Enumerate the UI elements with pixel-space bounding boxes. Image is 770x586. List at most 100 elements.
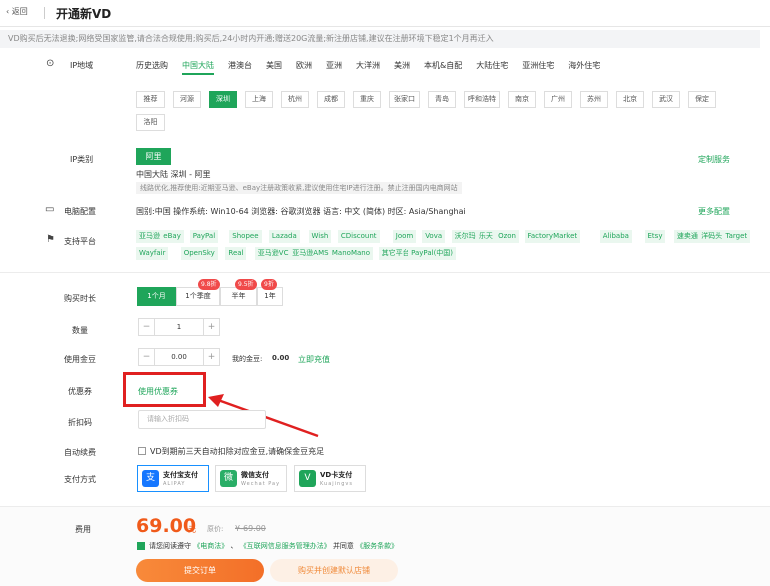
platform-tag: Real (225, 247, 247, 260)
region-tab[interactable]: 大洋洲 (356, 60, 380, 75)
internet-regulation-link[interactable]: 《互联网信息服务管理办法》 (240, 542, 331, 550)
beans-stepper[interactable]: − 0.00 + (138, 348, 220, 366)
autorenew-label: 自动续费 (64, 448, 96, 457)
monitor-icon: ▭ (45, 204, 55, 215)
platform-tag: Target (722, 230, 751, 243)
city-option[interactable]: 杭州 (281, 91, 309, 108)
more-config-link[interactable]: 更多配置 (698, 206, 730, 217)
city-option[interactable]: 北京 (616, 91, 644, 108)
config-text: 国别:中国 操作系统: Win10-64 浏览器: 谷歌浏览器 语言: 中文 (… (136, 207, 466, 216)
ip-type-desc: 中国大陆 深圳 - 阿里 (136, 170, 211, 179)
region-tab[interactable]: 美洲 (394, 60, 410, 75)
ecommerce-law-link[interactable]: 《电商法》 (193, 542, 228, 550)
annotation-arrow (208, 394, 319, 438)
my-beans-value: 0.00 (272, 354, 290, 362)
quantity-stepper[interactable]: − 1 + (138, 318, 220, 336)
city-option[interactable]: 苏州 (580, 91, 608, 108)
header-divider (44, 7, 45, 19)
platform-tag: ManoMano (328, 247, 373, 260)
platform-tag: Ozon (495, 230, 519, 243)
ip-type-ali-button[interactable]: 阿里 (136, 148, 171, 165)
region-tab[interactable]: 海外住宅 (568, 60, 600, 75)
region-tab[interactable]: 中国大陆 (182, 60, 214, 75)
notice-bar: VD购买后无法退换;网络受国家监管,请合法合规使用;购买后,24小时内开通;赠送… (0, 30, 760, 48)
region-tab[interactable]: 亚洲住宅 (522, 60, 554, 75)
platform-tag: OpenSky (180, 247, 218, 260)
city-option[interactable]: 推荐 (136, 91, 165, 108)
agreement-text: 请您阅读遵守 《电商法》 、 《互联网信息服务管理办法》 并同意 《服务条款》 (149, 541, 398, 551)
agreement-and: 并同意 (332, 542, 354, 550)
back-button[interactable]: ‹ 返回 (6, 6, 28, 17)
platform-tag: Etsy (644, 230, 666, 243)
recharge-link[interactable]: 立即充值 (298, 354, 330, 365)
platform-tag: 亚马逊VC (254, 247, 292, 260)
submit-order-button[interactable]: 提交订单 (136, 559, 264, 582)
city-option[interactable]: 呼和浩特 (464, 91, 500, 108)
city-option[interactable]: 南京 (508, 91, 536, 108)
payment-subname: Kuajingvs (320, 481, 353, 487)
coupon-label: 优惠券 (68, 387, 92, 396)
autorenew-checkbox[interactable] (138, 447, 146, 455)
discount-code-input[interactable]: 请输入折扣码 (138, 410, 266, 429)
region-tab[interactable]: 大陆住宅 (476, 60, 508, 75)
highlight-box (123, 372, 206, 407)
quantity-value[interactable]: 1 (154, 319, 204, 335)
section-divider (0, 272, 770, 273)
discount-badge: 9.5折 (235, 279, 257, 290)
region-tab[interactable]: 亚洲 (326, 60, 342, 75)
platform-tag: Alibaba (599, 230, 632, 243)
buy-create-store-button[interactable]: 购买并创建默认店铺 (270, 559, 398, 582)
platform-tag: 洋码头 (698, 230, 726, 243)
price-unit: 元 (188, 525, 196, 534)
payment-logo-icon: 支 (142, 470, 159, 487)
platform-tag: Vova (422, 230, 446, 243)
agreement-checkbox[interactable] (137, 542, 145, 550)
region-tab[interactable]: 港澳台 (228, 60, 252, 75)
minus-button[interactable]: − (139, 319, 154, 335)
region-tab[interactable]: 本机&自配 (424, 60, 462, 75)
ip-region-label: IP地域 (70, 61, 94, 70)
city-option[interactable]: 保定 (688, 91, 716, 108)
region-tab[interactable]: 美国 (266, 60, 282, 75)
discount-badge: 9折 (261, 279, 277, 290)
city-option[interactable]: 青岛 (428, 91, 456, 108)
duration-label: 购买时长 (64, 294, 96, 303)
payment-subname: ALIPAY (163, 481, 186, 487)
platform-tag: Wayfair (136, 247, 169, 260)
terms-link[interactable]: 《服务条款》 (356, 542, 398, 550)
city-option[interactable]: 武汉 (652, 91, 680, 108)
payment-option[interactable]: 微微信支付 Wechat Pay (215, 465, 287, 492)
beans-plus-button[interactable]: + (204, 349, 219, 365)
beans-value[interactable]: 0.00 (154, 349, 204, 365)
payment-subname: Wechat Pay (241, 481, 281, 487)
platform-tag: Shopee (229, 230, 262, 243)
plus-button[interactable]: + (204, 319, 219, 335)
page-title: 开通新VD (56, 7, 112, 21)
payment-option[interactable]: V VD卡支付 Kuajingvs (294, 465, 366, 492)
agreement-sep: 、 (230, 542, 238, 550)
region-tab[interactable]: 欧洲 (296, 60, 312, 75)
custom-service-link[interactable]: 定制服务 (698, 154, 730, 165)
city-option[interactable]: 深圳 (209, 91, 237, 108)
agreement-prefix: 请您阅读遵守 (149, 542, 191, 550)
city-option[interactable]: 重庆 (353, 91, 381, 108)
city-option[interactable]: 成都 (317, 91, 345, 108)
platform-tag: eBay (160, 230, 184, 243)
payment-name: VD卡支付 (320, 471, 353, 479)
platform-tag: 亚马逊AMS (289, 247, 332, 260)
platform-tag: 乐天 (475, 230, 496, 243)
beans-label: 使用金豆 (64, 355, 96, 364)
city-option[interactable]: 广州 (544, 91, 572, 108)
payment-logo-icon: V (299, 470, 316, 487)
platform-tag: 沃尔玛 (451, 230, 479, 243)
duration-option[interactable]: 1个月 (137, 287, 176, 306)
payment-option[interactable]: 支支付宝支付 ALIPAY (137, 465, 209, 492)
my-beans-label: 我的金豆: (232, 355, 263, 363)
platform-tag: Joom (392, 230, 417, 243)
city-option[interactable]: 河源 (173, 91, 201, 108)
city-option[interactable]: 洛阳 (136, 114, 165, 131)
city-option[interactable]: 上海 (245, 91, 273, 108)
city-option[interactable]: 张家口 (389, 91, 420, 108)
beans-minus-button[interactable]: − (139, 349, 154, 365)
region-tab[interactable]: 历史选购 (136, 60, 168, 75)
